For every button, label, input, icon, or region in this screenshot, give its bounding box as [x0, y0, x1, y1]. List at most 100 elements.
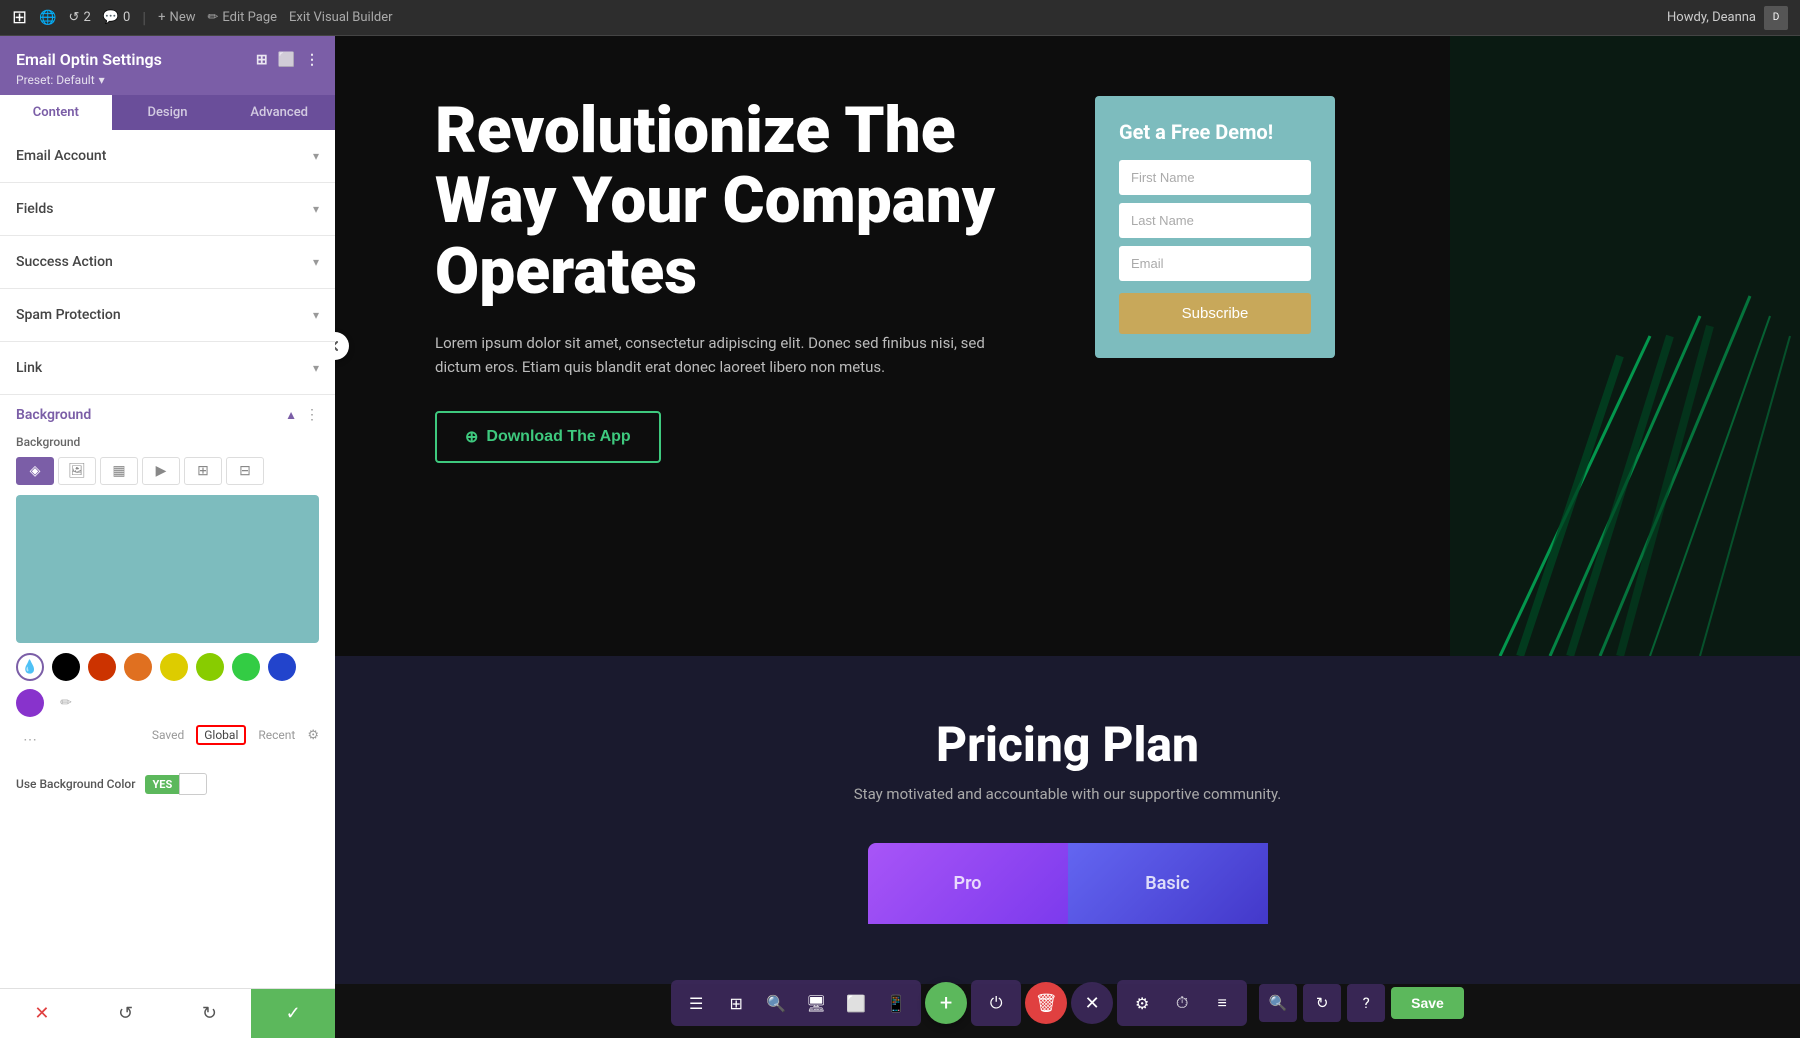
color-swatch[interactable]: [16, 495, 319, 643]
color-yellow[interactable]: [160, 653, 188, 681]
more-icon[interactable]: ⋮: [305, 52, 319, 68]
preset-label[interactable]: Preset: Default ▾: [16, 73, 319, 87]
undo-count[interactable]: ↺2: [69, 10, 91, 25]
tab-design[interactable]: Design: [112, 95, 224, 130]
more-options-icon[interactable]: ⋮: [305, 407, 319, 423]
background-type-label: Background: [16, 435, 319, 449]
sidebar-tabs: Content Design Advanced: [0, 95, 335, 130]
accordion-fields-header[interactable]: Fields ▾: [0, 183, 335, 235]
exit-builder-button[interactable]: Exit Visual Builder: [289, 10, 392, 25]
tab-advanced[interactable]: Advanced: [223, 95, 335, 130]
bg-type-video[interactable]: ▶: [142, 457, 180, 485]
confirm-button[interactable]: ✓: [251, 989, 335, 1038]
pricing-subtitle: Stay motivated and accountable with our …: [415, 785, 1720, 803]
color-green[interactable]: [232, 653, 260, 681]
toolbar-power-group: ⏻: [971, 980, 1021, 1026]
background-section-controls: ▲ ⋮: [285, 407, 319, 423]
toolbar-mobile-icon[interactable]: 📱: [877, 984, 915, 1022]
accordion-success-action-header[interactable]: Success Action ▾: [0, 236, 335, 288]
expand-icon[interactable]: ⬜: [278, 52, 295, 68]
toolbar-adjust-icon[interactable]: ≡: [1203, 984, 1241, 1022]
chevron-icon: ▾: [313, 255, 319, 269]
toolbar-close-button[interactable]: ✕: [1071, 982, 1113, 1024]
accordion-email-account-header[interactable]: Email Account ▾: [0, 130, 335, 182]
toolbar-help-icon[interactable]: ?: [1347, 984, 1385, 1022]
toolbar-history-icon[interactable]: ⏱: [1163, 984, 1201, 1022]
sidebar-toggle-arrow[interactable]: [335, 332, 349, 360]
color-tab-global[interactable]: Global: [196, 725, 246, 745]
sidebar-module-title: Email Optin Settings: [16, 50, 162, 69]
toolbar-settings-group: ⚙ ⏱ ≡: [1117, 980, 1247, 1026]
email-input[interactable]: [1119, 246, 1311, 281]
last-name-input[interactable]: [1119, 203, 1311, 238]
color-pencil-icon[interactable]: ✏: [52, 689, 80, 717]
toggle-yes[interactable]: YES: [145, 775, 179, 794]
color-settings-icon[interactable]: ⚙: [307, 728, 319, 743]
toolbar-search-icon[interactable]: 🔍: [757, 984, 795, 1022]
optin-form-card: Get a Free Demo! Subscribe: [1095, 96, 1335, 358]
toggle-color-box[interactable]: [179, 773, 207, 795]
bg-type-color[interactable]: ◈: [16, 457, 54, 485]
download-btn-label: Download The App: [486, 428, 630, 446]
accordion-link: Link ▾: [0, 342, 335, 395]
color-tab-saved[interactable]: Saved: [152, 728, 184, 742]
site-icon[interactable]: 🌐: [39, 10, 56, 26]
settings-icon[interactable]: ⊞: [256, 52, 268, 68]
color-more-icon[interactable]: ⋯: [16, 726, 44, 754]
wordpress-icon[interactable]: ⊞: [12, 7, 27, 28]
pricing-basic-label: Basic: [1108, 873, 1228, 894]
toolbar-power-icon[interactable]: ⏻: [977, 984, 1015, 1022]
sidebar-header-icons: ⊞ ⬜ ⋮: [256, 52, 319, 68]
toolbar-grid-icon[interactable]: ⊞: [717, 984, 755, 1022]
chevron-icon: ▾: [313, 308, 319, 322]
use-bg-color-toggle[interactable]: YES: [145, 773, 207, 795]
toolbar-refresh-icon[interactable]: ↻: [1303, 984, 1341, 1022]
toolbar-menu-icon[interactable]: ☰: [677, 984, 715, 1022]
first-name-input[interactable]: [1119, 160, 1311, 195]
delete-button[interactable]: 🗑: [1025, 982, 1067, 1024]
bg-type-pattern[interactable]: ⊞: [184, 457, 222, 485]
hero-section: Revolutionize The Way Your Company Opera…: [335, 36, 1800, 656]
toolbar-search-right-icon[interactable]: 🔍: [1259, 984, 1297, 1022]
accordion-link-header[interactable]: Link ▾: [0, 342, 335, 394]
accordion-spam-protection-header[interactable]: Spam Protection ▾: [0, 289, 335, 341]
bg-type-image[interactable]: 🖼: [58, 457, 96, 485]
accordion-success-action: Success Action ▾: [0, 236, 335, 289]
download-app-button[interactable]: ⊕ Download The App: [435, 411, 661, 463]
eyedropper-tool[interactable]: 💧: [16, 653, 44, 681]
color-tab-recent[interactable]: Recent: [258, 728, 295, 742]
save-button[interactable]: Save: [1391, 987, 1464, 1019]
collapse-icon[interactable]: ▲: [285, 408, 297, 422]
undo-button[interactable]: ↺: [84, 989, 168, 1038]
toolbar-settings-icon[interactable]: ⚙: [1123, 984, 1161, 1022]
sidebar: Email Optin Settings ⊞ ⬜ ⋮ Preset: Defau…: [0, 36, 335, 1038]
color-blue[interactable]: [268, 653, 296, 681]
hero-background-graphic: [1450, 36, 1800, 656]
comment-count[interactable]: 💬0: [103, 10, 131, 25]
toolbar-desktop-icon[interactable]: 🖥: [797, 984, 835, 1022]
sidebar-bottom-buttons: ✕ ↺ ↻ ✓: [0, 988, 335, 1038]
color-tabs: Saved Global Recent ⚙: [152, 725, 319, 745]
pricing-card-basic: Basic: [1068, 843, 1268, 924]
color-orange[interactable]: [124, 653, 152, 681]
redo-button[interactable]: ↻: [168, 989, 252, 1038]
accordion-fields-label: Fields: [16, 201, 53, 217]
bg-type-gradient[interactable]: ▦: [100, 457, 138, 485]
add-button[interactable]: +: [925, 982, 967, 1024]
bg-type-map[interactable]: ⊟: [226, 457, 264, 485]
accordion-email-account-label: Email Account: [16, 148, 106, 164]
background-type-icons: ◈ 🖼 ▦ ▶ ⊞ ⊟: [16, 457, 319, 485]
edit-page-button[interactable]: ✏Edit Page: [207, 10, 277, 25]
color-purple[interactable]: [16, 689, 44, 717]
new-button[interactable]: +New: [158, 10, 195, 25]
close-button[interactable]: ✕: [0, 989, 84, 1038]
color-green-light[interactable]: [196, 653, 224, 681]
accordion-fields: Fields ▾: [0, 183, 335, 236]
color-black[interactable]: [52, 653, 80, 681]
toolbar-tablet-icon[interactable]: ⬜: [837, 984, 875, 1022]
accordion-spam-protection-label: Spam Protection: [16, 307, 121, 323]
tab-content[interactable]: Content: [0, 95, 112, 130]
color-palette: 💧 ✏: [16, 653, 319, 717]
color-red[interactable]: [88, 653, 116, 681]
subscribe-button[interactable]: Subscribe: [1119, 293, 1311, 334]
